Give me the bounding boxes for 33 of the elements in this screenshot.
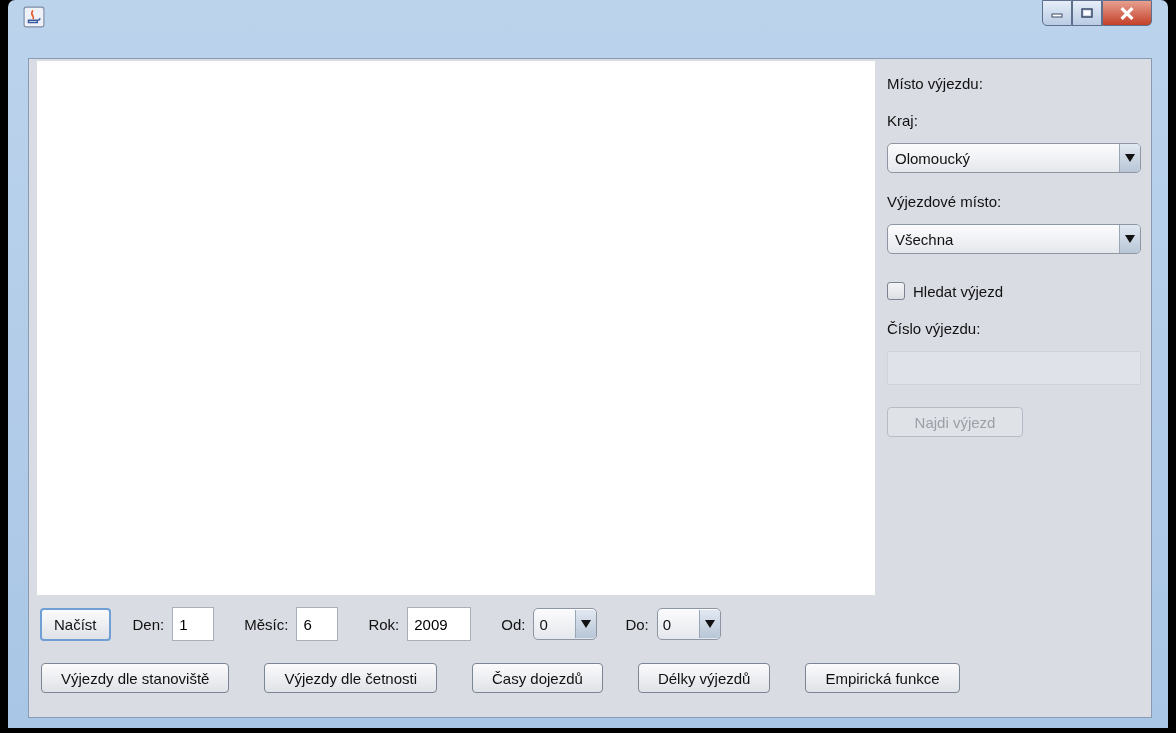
region-dropdown[interactable]: Olomoucký [887,143,1141,173]
dropdown-arrow-icon [1125,154,1135,162]
field-label: Kraj: [887,112,918,129]
field-label: Výjezdové místo: [887,193,1002,210]
date-input-field[interactable]: 2009 [407,607,472,641]
field-label: Od: [501,615,526,633]
field-label: Měsíc: [244,615,289,633]
coffee-cup-icon [23,6,45,28]
action-button[interactable]: Časy dojezdů [472,663,603,693]
action-button[interactable]: Výjezdy dle četnosti [264,663,437,693]
action-button[interactable]: Empirická funkce [805,663,960,693]
field-label: Rok: [368,615,400,633]
dropdown-arrow-icon [581,620,592,628]
maximize-icon [1081,8,1093,18]
dropdown-arrow-icon [1125,235,1135,243]
dropdown-arrow-icon [704,620,715,628]
action-button[interactable]: Výjezdy dle stanoviště [41,663,230,693]
station-dropdown[interactable]: Všechna [887,224,1141,254]
search-checkbox[interactable]: Hledat výjezd [887,282,1004,300]
close-icon [1119,6,1135,20]
close-button[interactable] [1102,0,1152,26]
date-input-field[interactable]: 6 [296,607,339,641]
field-label: Do: [625,615,649,633]
field-label: Číslo výjezdu: [887,320,981,337]
field-label: Den: [132,615,165,633]
minimize-button[interactable] [1042,0,1072,26]
hour-dropdown[interactable]: 0 [656,608,721,640]
load-button[interactable]: Načíst [40,607,111,641]
hour-dropdown[interactable]: 0 [533,608,598,640]
maximize-button[interactable] [1072,0,1102,26]
date-input-field[interactable]: 1 [172,607,215,641]
action-button[interactable]: Délky výjezdů [637,663,771,693]
section-heading: Místo výjezdu: [887,75,983,92]
